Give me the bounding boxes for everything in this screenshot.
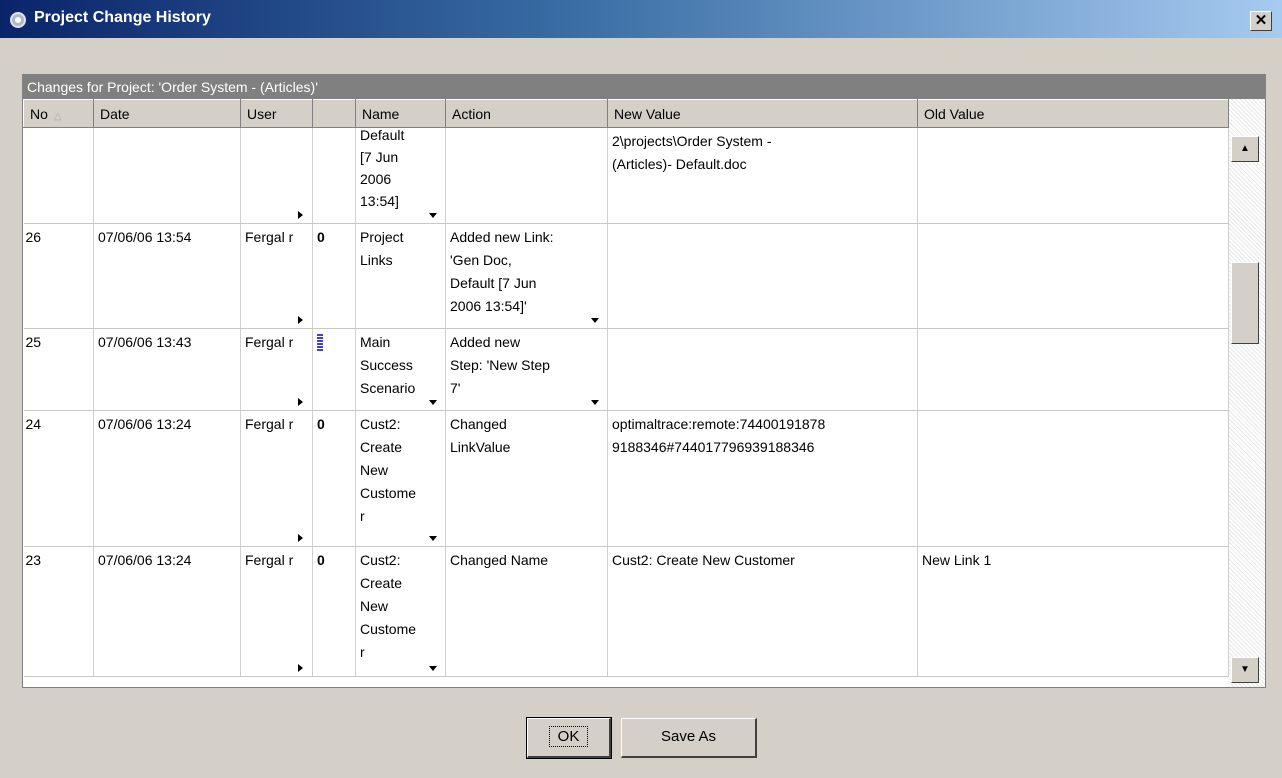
cell-action: Added new Link: 'Gen Doc, Default [7 Jun…	[445, 223, 608, 329]
table-row[interactable]: 26 07/06/06 13:54 Fergal r 0 Project Lin…	[23, 223, 1229, 329]
cell-action: Added new Step: 'New Step 7'	[445, 328, 608, 411]
cell-name: Default [7 Jun 2006 13:54]	[355, 127, 446, 224]
scroll-down-button[interactable]: ▼	[1231, 657, 1259, 683]
cell-action	[445, 127, 608, 224]
expand-right-icon[interactable]	[298, 534, 303, 542]
column-header-action[interactable]: Action	[445, 99, 608, 128]
window-title: Project Change History	[34, 9, 211, 26]
cell-user	[240, 127, 313, 224]
cell-new-value: 2\projects\Order System - (Articles)- De…	[607, 127, 918, 224]
expand-down-icon[interactable]	[591, 400, 599, 405]
paperclip-icon: 0	[317, 416, 325, 432]
cell-old-value	[917, 328, 1229, 411]
expand-down-icon[interactable]	[429, 400, 437, 405]
expand-right-icon[interactable]	[298, 664, 303, 672]
expand-down-icon[interactable]	[429, 213, 437, 218]
column-header-user[interactable]: User	[240, 99, 313, 128]
save-as-button[interactable]: Save As	[621, 718, 757, 758]
close-button[interactable]: ✕	[1250, 11, 1272, 31]
column-header-no[interactable]: No △	[23, 99, 94, 128]
expand-down-icon[interactable]	[429, 666, 437, 671]
table-row[interactable]: Default [7 Jun 2006 13:54] 2\projects\Or…	[23, 127, 1229, 224]
sort-ascending-icon: △	[53, 110, 62, 122]
cell-name: Cust2: Create New Custome r	[355, 546, 446, 677]
cell-old-value	[917, 410, 1229, 547]
app-icon	[10, 12, 26, 28]
expand-down-icon[interactable]	[429, 536, 437, 541]
cell-date: 07/06/06 13:24	[93, 546, 241, 677]
column-header-old-value[interactable]: Old Value	[917, 99, 1229, 128]
cell-icon	[312, 328, 356, 411]
cell-date: 07/06/06 13:24	[93, 410, 241, 547]
cell-no: 25	[23, 328, 94, 411]
cell-date	[93, 127, 241, 224]
step-icon	[317, 334, 323, 351]
column-header-icon[interactable]	[312, 99, 356, 128]
cell-new-value	[607, 328, 918, 411]
ok-button[interactable]: OK	[526, 717, 612, 759]
table-row[interactable]: 25 07/06/06 13:43 Fergal r Main Success …	[23, 328, 1229, 411]
expand-right-icon[interactable]	[298, 398, 303, 406]
column-header-name[interactable]: Name	[355, 99, 446, 128]
change-history-table: No △ Date User Name Action New Value Old …	[23, 99, 1229, 677]
cell-no: 23	[23, 546, 94, 677]
cell-name: Cust2: Create New Custome r	[355, 410, 446, 547]
cell-no	[23, 127, 94, 224]
scroll-thumb[interactable]	[1231, 262, 1259, 344]
cell-action: Changed Name	[445, 546, 608, 677]
table-row[interactable]: 23 07/06/06 13:24 Fergal r 0 Cust2: Crea…	[23, 546, 1229, 677]
scroll-up-button[interactable]: ▲	[1231, 136, 1259, 162]
cell-new-value: Cust2: Create New Customer	[607, 546, 918, 677]
cell-old-value	[917, 223, 1229, 329]
cell-icon	[312, 127, 356, 224]
title-bar: Project Change History ✕	[0, 0, 1282, 38]
cell-icon: 0	[312, 223, 356, 329]
vertical-scrollbar[interactable]: ▲ ▼	[1229, 99, 1265, 687]
cell-icon: 0	[312, 410, 356, 547]
cell-no: 26	[23, 223, 94, 329]
expand-down-icon[interactable]	[591, 318, 599, 323]
close-icon: ✕	[1254, 12, 1268, 29]
table-header-row: No △ Date User Name Action New Value Old …	[23, 99, 1229, 128]
cell-name: Project Links	[355, 223, 446, 329]
cell-name: Main Success Scenario	[355, 328, 446, 411]
cell-user: Fergal r	[240, 328, 313, 411]
table-row[interactable]: 24 07/06/06 13:24 Fergal r 0 Cust2: Crea…	[23, 410, 1229, 547]
paperclip-icon: 0	[317, 552, 325, 568]
cell-new-value: optimaltrace:remote:74400191878 9188346#…	[607, 410, 918, 547]
cell-new-value	[607, 223, 918, 329]
cell-date: 07/06/06 13:54	[93, 223, 241, 329]
cell-date: 07/06/06 13:43	[93, 328, 241, 411]
cell-user: Fergal r	[240, 546, 313, 677]
arrow-down-icon: ▼	[1240, 664, 1250, 675]
cell-old-value	[917, 127, 1229, 224]
cell-old-value: New Link 1	[917, 546, 1229, 677]
expand-right-icon[interactable]	[298, 211, 303, 219]
changes-panel: Changes for Project: 'Order System - (Ar…	[22, 74, 1266, 688]
arrow-up-icon: ▲	[1240, 143, 1250, 154]
cell-icon: 0	[312, 546, 356, 677]
cell-user: Fergal r	[240, 223, 313, 329]
column-header-new-value[interactable]: New Value	[607, 99, 918, 128]
cell-user: Fergal r	[240, 410, 313, 547]
cell-action: Changed LinkValue	[445, 410, 608, 547]
expand-right-icon[interactable]	[298, 316, 303, 324]
cell-no: 24	[23, 410, 94, 547]
column-header-date[interactable]: Date	[93, 99, 241, 128]
panel-header: Changes for Project: 'Order System - (Ar…	[23, 75, 1265, 99]
paperclip-icon: 0	[317, 229, 325, 245]
